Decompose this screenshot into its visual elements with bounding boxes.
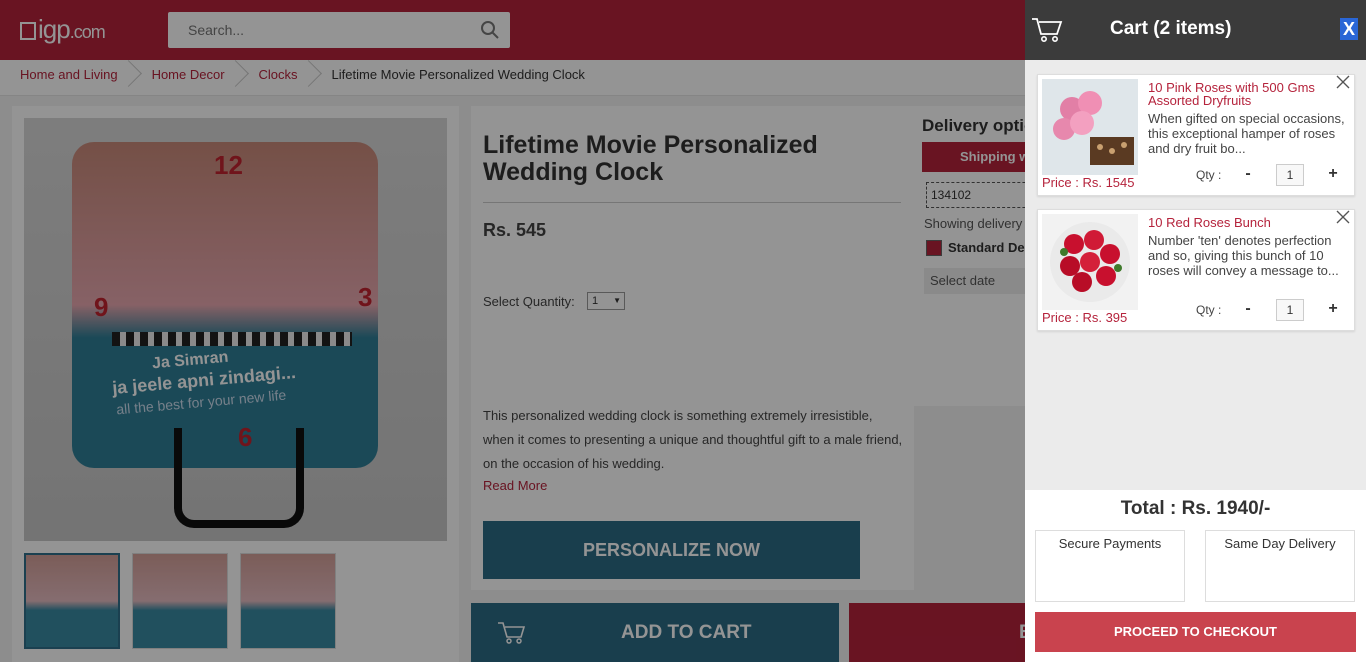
cart-item-name[interactable]: 10 Red Roses Bunch [1148,216,1333,229]
qty-decrease-button[interactable]: - [1240,300,1256,318]
qty-value[interactable]: 1 [1276,164,1304,186]
cart-item-description: When gifted on special occasions, this e… [1148,111,1345,156]
qty-value[interactable]: 1 [1276,299,1304,321]
qty-increase-button[interactable]: + [1325,300,1341,318]
cart-icon [1032,18,1063,42]
qty-label: Qty : [1196,303,1222,317]
cart-item: 10 Red Roses Bunch Number 'ten' denotes … [1037,209,1355,331]
remove-item-icon[interactable] [1336,210,1350,224]
cart-item-price: Price : Rs. 1545 [1042,175,1135,190]
qty-decrease-button[interactable]: - [1240,165,1256,183]
modal-overlay[interactable] [0,0,1025,662]
cart-item-description: Number 'ten' denotes perfection and so, … [1148,233,1339,278]
cart-items-list: 10 Pink Roses with 500 Gms Assorted Dryf… [1025,60,1366,490]
cart-item-name[interactable]: 10 Pink Roses with 500 Gms Assorted Dryf… [1148,81,1333,107]
pink-roses-image[interactable] [1042,79,1138,175]
cart-drawer: Cart (2 items) X 10 Pink Roses with 500 … [1025,0,1366,662]
cart-header: Cart (2 items) X [1025,0,1366,60]
same-day-delivery-badge: Same Day Delivery [1205,530,1355,602]
cart-total: Total : Rs. 1940/- [1120,498,1271,519]
qty-increase-button[interactable]: + [1325,165,1341,183]
qty-label: Qty : [1196,168,1222,182]
proceed-to-checkout-button[interactable]: PROCEED TO CHECKOUT [1035,612,1356,652]
cart-title: Cart (2 items) [1110,18,1232,39]
cart-close-button[interactable]: X [1339,18,1358,40]
secure-payments-badge: Secure Payments [1035,530,1185,602]
remove-item-icon[interactable] [1336,75,1350,89]
red-roses-image[interactable] [1042,214,1138,310]
cart-item: 10 Pink Roses with 500 Gms Assorted Dryf… [1037,74,1355,196]
cart-item-price: Price : Rs. 395 [1042,310,1128,325]
